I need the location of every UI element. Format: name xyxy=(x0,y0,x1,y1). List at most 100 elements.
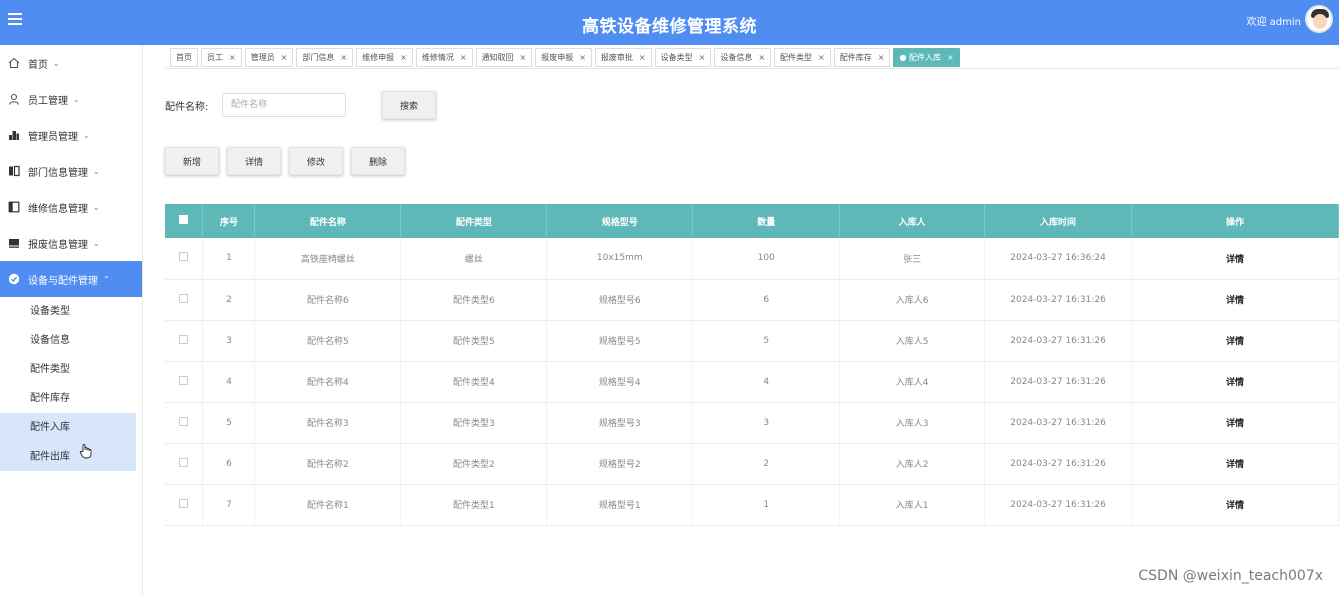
search-input[interactable] xyxy=(222,93,346,117)
tab-admin[interactable]: 管理员 × xyxy=(244,48,294,67)
row-checkbox[interactable] xyxy=(165,279,204,321)
search-button[interactable]: 搜索 xyxy=(382,91,436,119)
tab-label: 报废申报 xyxy=(541,53,574,62)
search-label: 配件名称: xyxy=(165,102,209,113)
sidebar-item-staff[interactable]: 员工管理 ⌄ xyxy=(0,81,142,117)
sidebar-item-admin[interactable]: 管理员管理 ⌄ xyxy=(0,117,142,153)
subitem-part-type[interactable]: 配件类型 xyxy=(0,355,142,384)
cell-type: 配件类型6 xyxy=(400,279,548,321)
close-icon[interactable]: × xyxy=(699,49,706,66)
app-title: 高铁设备维修管理系统 xyxy=(582,17,757,37)
subitem-equipment-info[interactable]: 设备信息 xyxy=(0,326,142,355)
tab-department[interactable]: 部门信息 × xyxy=(296,48,354,67)
cell-spec: 规格型号5 xyxy=(546,320,694,362)
detail-button[interactable]: 详情 xyxy=(227,147,281,175)
tab-label: 员工 xyxy=(207,53,223,62)
sidebar-item-repair[interactable]: 维修信息管理 ⌄ xyxy=(0,189,142,225)
row-checkbox[interactable] xyxy=(165,484,204,526)
cell-type: 配件类型2 xyxy=(400,443,548,485)
table-row: 4 配件名称4 配件类型4 规格型号4 4 入库人4 2024-03-27 16… xyxy=(165,361,1339,403)
cell-spec: 规格型号1 xyxy=(546,484,694,526)
tab-staff[interactable]: 员工 × xyxy=(201,48,242,67)
cell-name: 配件名称4 xyxy=(254,361,402,403)
close-icon[interactable]: × xyxy=(340,49,347,66)
cell-operator: 入库人6 xyxy=(839,279,986,321)
table-row: 7 配件名称1 配件类型1 规格型号1 1 入库人1 2024-03-27 16… xyxy=(165,484,1339,526)
row-detail-link[interactable]: 详情 xyxy=(1131,402,1339,444)
add-button[interactable]: 新增 xyxy=(165,147,219,175)
tab-home[interactable]: 首页 xyxy=(170,48,198,67)
cell-name: 配件名称6 xyxy=(254,279,402,321)
sidebar-item-label: 维修信息管理 xyxy=(28,203,88,215)
cell-type: 配件类型3 xyxy=(400,402,548,444)
cell-operator: 张三 xyxy=(839,238,986,280)
cell-qty: 100 xyxy=(692,238,841,280)
subitem-equipment-type[interactable]: 设备类型 xyxy=(0,297,142,326)
tab-label: 管理员 xyxy=(250,53,275,62)
row-detail-link[interactable]: 详情 xyxy=(1131,238,1339,280)
close-icon[interactable]: × xyxy=(400,49,407,66)
close-icon[interactable]: × xyxy=(281,49,288,66)
close-icon[interactable]: × xyxy=(947,49,954,66)
cell-no: 7 xyxy=(202,484,256,526)
tab-label: 报废审批 xyxy=(600,53,633,62)
tab-repair-report[interactable]: 维修申报 × xyxy=(356,48,413,67)
delete-button[interactable]: 删除 xyxy=(351,147,405,175)
sidebar-item-label: 部门信息管理 xyxy=(28,167,88,179)
row-detail-link[interactable]: 详情 xyxy=(1131,320,1339,362)
subitem-part-inbound[interactable]: 配件入库 xyxy=(0,413,136,442)
cell-type: 螺丝 xyxy=(400,238,548,280)
row-checkbox[interactable] xyxy=(165,361,204,403)
tab-scrap-report[interactable]: 报废申报 × xyxy=(535,48,592,67)
cell-time: 2024-03-27 16:36:24 xyxy=(984,238,1133,280)
cell-operator: 入库人2 xyxy=(839,443,986,485)
row-checkbox[interactable] xyxy=(165,238,204,280)
close-icon[interactable]: × xyxy=(229,49,236,66)
chevron-down-icon: ⌄ xyxy=(93,238,100,248)
row-checkbox[interactable] xyxy=(165,443,204,485)
close-icon[interactable]: × xyxy=(878,49,885,66)
columns-icon xyxy=(7,165,20,178)
close-icon[interactable]: × xyxy=(460,49,467,66)
sidebar-item-equipment[interactable]: 设备与配件管理 ⌃ xyxy=(0,261,142,297)
sidebar-item-scrap[interactable]: 报废信息管理 ⌄ xyxy=(0,225,142,261)
tab-pickup-notice[interactable]: 通知取回 × xyxy=(475,48,533,67)
tab-scrap-approval[interactable]: 报废审批 × xyxy=(594,48,652,67)
table-row: 1 高铁座椅螺丝 螺丝 10x15mm 100 张三 2024-03-27 16… xyxy=(165,238,1339,280)
close-icon[interactable]: × xyxy=(818,49,825,66)
tab-equipment-type[interactable]: 设备类型 × xyxy=(654,48,712,67)
close-icon[interactable]: × xyxy=(639,49,646,66)
cell-no: 4 xyxy=(202,361,256,403)
close-icon[interactable]: × xyxy=(579,49,586,66)
tab-equipment-info[interactable]: 设备信息 × xyxy=(714,48,772,67)
tab-part-type[interactable]: 配件类型 × xyxy=(774,48,831,67)
column-header: 序号 xyxy=(202,204,256,238)
building-icon xyxy=(7,129,20,142)
column-header: 规格型号 xyxy=(546,204,694,238)
row-detail-link[interactable]: 详情 xyxy=(1131,361,1339,403)
close-icon[interactable]: × xyxy=(758,49,765,66)
tab-divider xyxy=(165,68,1339,69)
edit-button[interactable]: 修改 xyxy=(289,147,343,175)
cell-name: 配件名称1 xyxy=(254,484,402,526)
sidebar-item-home[interactable]: 首页 ⌄ xyxy=(0,45,142,81)
row-checkbox[interactable] xyxy=(165,320,204,362)
cell-no: 2 xyxy=(202,279,256,321)
sidebar-item-department[interactable]: 部门信息管理 ⌄ xyxy=(0,153,142,189)
table-row: 6 配件名称2 配件类型2 规格型号2 2 入库人2 2024-03-27 16… xyxy=(165,443,1339,485)
subitem-part-stock[interactable]: 配件库存 xyxy=(0,384,142,413)
avatar[interactable] xyxy=(1305,5,1333,33)
tab-part-stock[interactable]: 配件库存 × xyxy=(833,48,891,67)
close-icon[interactable]: × xyxy=(520,49,527,66)
row-checkbox[interactable] xyxy=(165,402,204,444)
cell-no: 6 xyxy=(202,443,256,485)
select-all-checkbox[interactable] xyxy=(165,204,204,238)
tab-part-inbound[interactable]: ● 配件入库 × xyxy=(893,48,960,67)
row-detail-link[interactable]: 详情 xyxy=(1131,443,1339,485)
row-detail-link[interactable]: 详情 xyxy=(1131,484,1339,526)
tab-label: 设备信息 xyxy=(720,53,753,62)
row-detail-link[interactable]: 详情 xyxy=(1131,279,1339,321)
tab-repair-status[interactable]: 维修情况 × xyxy=(415,48,473,67)
cell-operator: 入库人1 xyxy=(839,484,986,526)
subitem-part-outbound[interactable]: 配件出库 xyxy=(0,442,136,471)
